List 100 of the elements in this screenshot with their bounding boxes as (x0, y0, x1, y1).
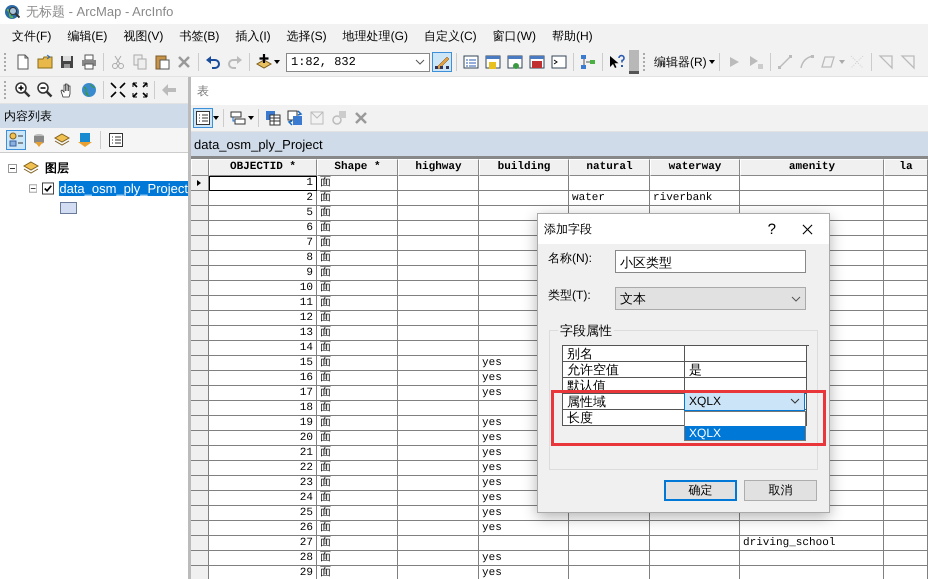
table-cell: 7 (209, 236, 317, 251)
column-header[interactable]: amenity (740, 159, 884, 176)
domain-dropdown[interactable]: XQLX (684, 391, 805, 411)
print-icon[interactable] (79, 52, 99, 72)
column-header[interactable]: waterway (650, 159, 740, 176)
arrows-inward-icon[interactable] (108, 80, 128, 100)
table-cell: 17 (209, 386, 317, 401)
table-tab[interactable]: data_osm_ply_Project (191, 132, 928, 159)
collapse-icon[interactable] (8, 164, 17, 172)
menu-item[interactable]: 插入(I) (227, 26, 279, 46)
help-button[interactable]: ? (768, 220, 776, 238)
scale-combo[interactable]: 1:82, 832 (286, 52, 430, 72)
group-title: 字段属性 (558, 322, 614, 340)
table-cell: 27 (209, 536, 317, 551)
property-name: 长度 (563, 410, 685, 426)
type-dropdown[interactable]: 文本 (615, 287, 806, 310)
toolbar-overflow-button[interactable] (629, 50, 639, 74)
zoom-in-icon[interactable] (13, 80, 33, 100)
table-cell: 面 (317, 506, 398, 521)
table-cell: 面 (317, 251, 398, 266)
property-value[interactable]: 是 (685, 362, 807, 378)
table-cell: 25 (209, 506, 317, 521)
row-selector[interactable] (191, 176, 209, 191)
table-cell: 面 (317, 296, 398, 311)
table-cell (884, 461, 928, 476)
window-title: 表 (197, 82, 209, 100)
select-table-icon[interactable] (263, 108, 283, 128)
menu-item[interactable]: 窗口(W) (484, 26, 544, 46)
table-cell (884, 431, 928, 446)
editor-menu-button[interactable]: 编辑器(R) (652, 54, 709, 70)
table-cell: riverbank (650, 191, 740, 206)
table-cell (884, 521, 928, 536)
table-cell (884, 386, 928, 401)
table-cell: 19 (209, 416, 317, 431)
table-cell: 面 (317, 416, 398, 431)
column-header[interactable]: OBJECTID * (209, 159, 317, 176)
dropdown-arrow-icon[interactable] (248, 116, 254, 120)
close-icon[interactable] (802, 224, 813, 234)
table-cell: 8 (209, 251, 317, 266)
table-cell: 面 (317, 311, 398, 326)
table-cell (884, 491, 928, 506)
layer-group-label[interactable]: 图层 (45, 160, 69, 176)
dropdown-arrow-icon[interactable] (708, 60, 715, 64)
table-cell: yes (479, 566, 569, 579)
dropdown-arrow-icon[interactable] (274, 60, 280, 64)
menu-item[interactable]: 书签(B) (171, 26, 228, 46)
menu-item[interactable]: 文件(F) (4, 26, 60, 46)
property-value[interactable] (685, 346, 807, 362)
name-field[interactable]: 小区类型 (615, 250, 806, 273)
table-cell: 面 (317, 341, 398, 356)
switch-selection-icon[interactable] (285, 108, 305, 128)
column-header[interactable]: highway (398, 159, 479, 176)
zoom-out-icon[interactable] (35, 80, 55, 100)
table-options-icon[interactable] (193, 108, 213, 128)
table-cell (884, 551, 928, 566)
chevron-down-icon (791, 296, 801, 302)
collapse-icon[interactable] (29, 184, 38, 192)
table-cell (884, 371, 928, 386)
table-cell (884, 341, 928, 356)
table-cell (884, 266, 928, 281)
menu-item[interactable]: 自定义(C) (416, 26, 485, 46)
options-list-icon[interactable] (106, 130, 126, 150)
table-cell (884, 446, 928, 461)
layer-order-icon[interactable] (6, 130, 26, 150)
table-cell: 面 (317, 536, 398, 551)
table-cell: 面 (317, 446, 398, 461)
menu-item[interactable]: 视图(V) (115, 26, 172, 46)
table-cell (884, 476, 928, 491)
menu-item[interactable]: 编辑(E) (59, 26, 116, 46)
table-cell (884, 236, 928, 251)
field-label: 名称(N): (548, 250, 593, 267)
table-cell: yes (479, 551, 569, 566)
panel-title: 内容列表 (4, 108, 52, 124)
table-cell: 面 (317, 326, 398, 341)
table-cell: 面 (317, 431, 398, 446)
table-cell: 面 (317, 356, 398, 371)
table-cell: 15 (209, 356, 317, 371)
dropdown-option[interactable]: XQLX (685, 426, 805, 440)
arrows-outward-icon[interactable] (130, 80, 150, 100)
table-cell: 6 (209, 221, 317, 236)
table-cell: 12 (209, 311, 317, 326)
menu-item[interactable]: 地理处理(G) (334, 26, 416, 46)
menu-item[interactable]: 帮助(H) (544, 26, 601, 46)
column-header[interactable]: la (884, 159, 928, 176)
column-header[interactable]: building (479, 159, 569, 176)
table-cell: 11 (209, 296, 317, 311)
table-cell: driving_school (740, 536, 884, 551)
model-diagram-icon[interactable] (578, 52, 598, 72)
menu-item[interactable]: 选择(S) (278, 26, 335, 46)
column-header[interactable]: natural (569, 159, 650, 176)
column-header[interactable]: Shape * (317, 159, 398, 176)
layer-checkbox[interactable] (42, 182, 54, 194)
window-title: 无标题 - ArcMap - ArcInfo (26, 3, 174, 21)
dialog-button[interactable]: 取消 (744, 480, 817, 501)
table-cell (884, 296, 928, 311)
table-cell: 面 (317, 461, 398, 476)
editor-toolbar-icon[interactable] (432, 52, 452, 72)
dropdown-arrow-icon[interactable] (213, 116, 219, 120)
layer-name[interactable]: data_osm_ply_Project (59, 180, 188, 196)
dialog-button[interactable]: 确定 (664, 480, 737, 501)
